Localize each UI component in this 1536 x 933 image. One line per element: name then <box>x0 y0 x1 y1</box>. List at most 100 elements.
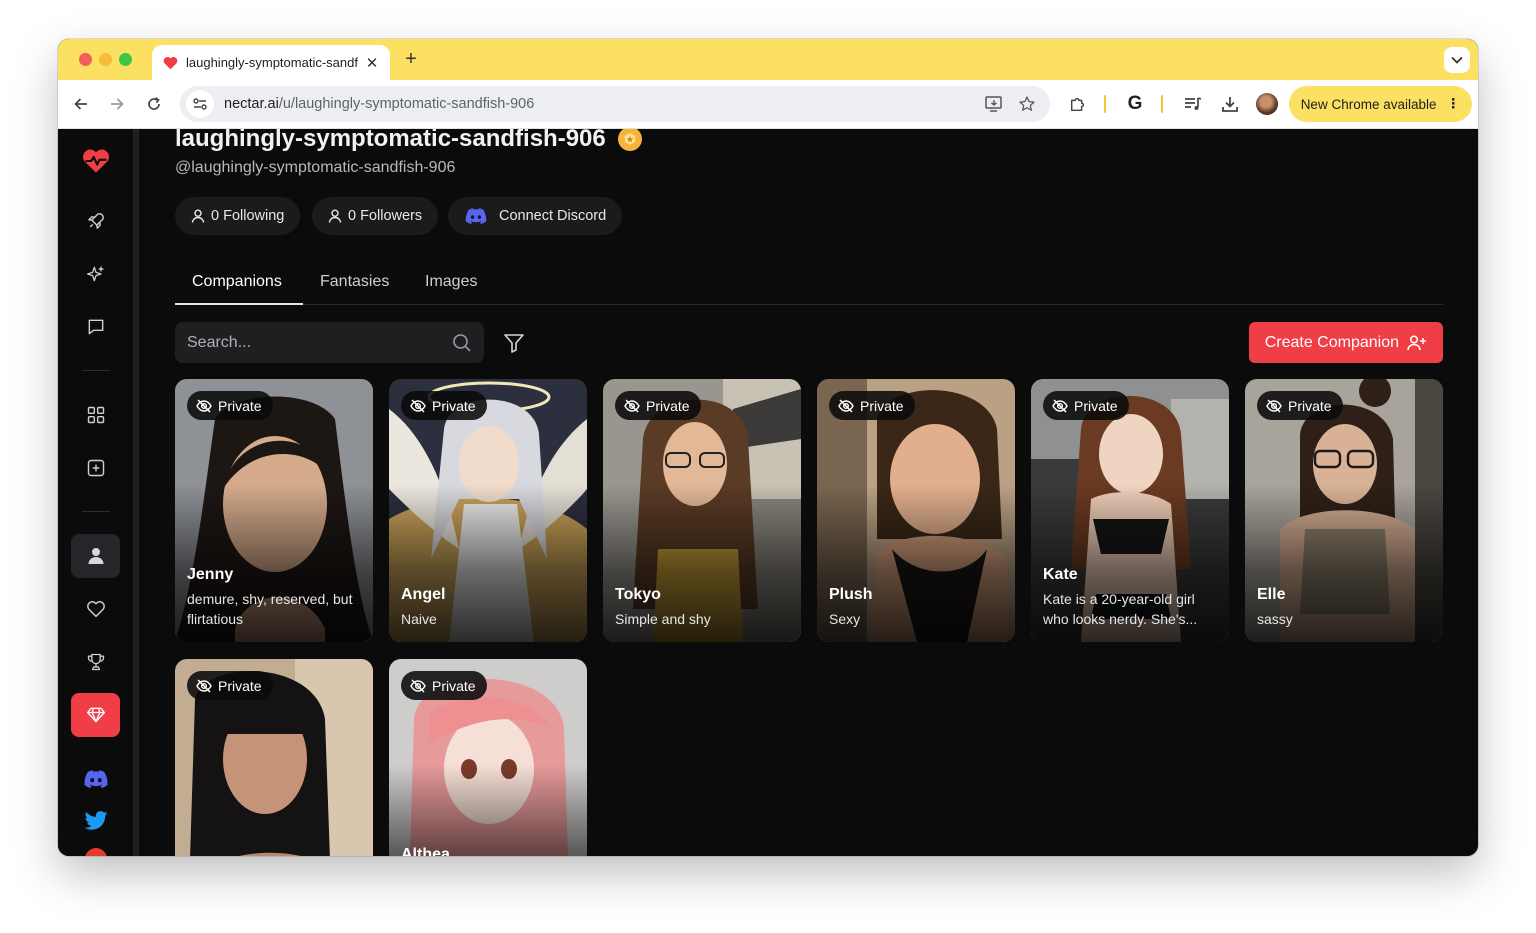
companion-description: Sexy <box>829 611 861 627</box>
companion-card[interactable]: Private Kate Kate is a 20-year-old girl … <box>1031 379 1229 642</box>
username-text: laughingly-symptomatic-sandfish-906 <box>175 129 606 152</box>
close-window-button[interactable] <box>79 53 92 66</box>
create-companion-label: Create Companion <box>1264 333 1399 351</box>
media-controls-icon[interactable] <box>1181 92 1205 116</box>
following-label: 0 Following <box>211 208 285 224</box>
companion-description: Naive <box>401 611 437 627</box>
filter-icon[interactable] <box>503 332 525 354</box>
eye-off-icon <box>1266 398 1282 413</box>
google-icon[interactable]: G <box>1123 92 1147 116</box>
private-badge: Private <box>187 391 273 420</box>
sidebar <box>58 129 133 856</box>
companion-description: demure, shy, reserved, but flirtatious <box>187 591 353 627</box>
create-companion-button[interactable]: Create Companion <box>1248 322 1443 363</box>
chat-bubble-icon <box>88 319 103 335</box>
private-label: Private <box>860 397 904 414</box>
sidebar-item-premium[interactable] <box>71 693 120 737</box>
grid-icon <box>87 406 104 424</box>
sidebar-divider <box>82 511 110 512</box>
add-user-icon <box>1407 334 1426 350</box>
companion-card[interactable]: Private Tokyo Simple and shy <box>603 379 801 642</box>
companion-card[interactable]: Private Elle sassy <box>1245 379 1443 642</box>
eye-off-icon <box>410 398 426 413</box>
twitter-bird-icon <box>84 811 107 830</box>
profile-content: laughingly-symptomatic-sandfish-906 @lau… <box>175 129 1443 856</box>
chevron-down-icon <box>1451 56 1463 64</box>
eye-off-icon <box>624 398 640 413</box>
plus-square-icon <box>87 459 104 477</box>
arrow-right-icon <box>111 98 124 110</box>
private-badge: Private <box>1257 391 1343 420</box>
sidebar-logo[interactable] <box>71 139 120 183</box>
private-label: Private <box>1288 397 1332 414</box>
update-chrome-button[interactable]: New Chrome available ⋮ <box>1288 86 1472 122</box>
install-app-icon[interactable] <box>984 95 1004 113</box>
companion-card[interactable]: Private Jenny demure, shy, reserved, but… <box>175 379 373 642</box>
trophy-icon <box>87 653 104 671</box>
tab-companions[interactable]: Companions <box>192 273 282 291</box>
reddit-link[interactable] <box>71 845 120 856</box>
companion-card[interactable]: Private Plush Sexy <box>817 379 1015 642</box>
sidebar-item-dashboard[interactable] <box>71 393 120 437</box>
sidebar-item-generate[interactable] <box>71 252 120 296</box>
eye-off-icon <box>838 398 854 413</box>
forward-button[interactable] <box>106 93 128 115</box>
tab-fantasies[interactable]: Fantasies <box>320 273 389 291</box>
sidebar-item-explore[interactable] <box>71 199 120 243</box>
reload-button[interactable] <box>143 93 165 115</box>
heart-outline-icon <box>86 601 105 618</box>
maximize-window-button[interactable] <box>119 53 132 66</box>
new-tab-button[interactable]: + <box>400 48 422 71</box>
search-icon[interactable] <box>452 333 472 353</box>
companion-description: Simple and shy <box>615 611 711 627</box>
address-bar[interactable]: nectar.ai/u/laughingly-symptomatic-sandf… <box>180 86 1050 122</box>
private-badge: Private <box>187 671 273 700</box>
toolbar-divider <box>1104 95 1106 113</box>
app-area: laughingly-symptomatic-sandfish-906 @lau… <box>58 129 1478 856</box>
following-button[interactable]: 0 Following <box>175 197 301 235</box>
back-button[interactable] <box>70 93 92 115</box>
followers-button[interactable]: 0 Followers <box>312 197 439 235</box>
tab-images[interactable]: Images <box>425 273 477 291</box>
tab-search-button[interactable] <box>1444 47 1470 73</box>
eye-off-icon <box>410 678 426 693</box>
search-input[interactable] <box>187 333 452 352</box>
private-badge: Private <box>1043 391 1129 420</box>
private-label: Private <box>1074 397 1118 414</box>
downloads-icon[interactable] <box>1218 92 1242 116</box>
private-label: Private <box>432 677 476 694</box>
sidebar-item-favorites[interactable] <box>71 587 120 631</box>
sidebar-item-chats[interactable] <box>71 305 120 349</box>
discord-icon <box>465 208 487 224</box>
profile-avatar[interactable] <box>1255 92 1279 116</box>
level-badge-icon <box>617 129 642 151</box>
sidebar-item-create[interactable] <box>71 446 120 490</box>
search-box <box>175 322 484 363</box>
tab-close-icon[interactable]: ✕ <box>364 54 380 72</box>
arrow-left-icon <box>74 98 87 110</box>
connect-discord-button[interactable]: Connect Discord <box>448 197 623 235</box>
more-options-icon: ⋮ <box>1446 96 1461 111</box>
companion-card[interactable]: Private Althea <box>389 659 587 856</box>
minimize-window-button[interactable] <box>99 53 112 66</box>
discord-link[interactable] <box>71 759 120 799</box>
diamond-icon <box>86 707 105 723</box>
companion-name: Angel <box>401 586 446 603</box>
companion-card[interactable]: Private <box>175 659 373 856</box>
browser-toolbar: nectar.ai/u/laughingly-symptomatic-sandf… <box>58 80 1478 129</box>
url-host: nectar.ai <box>224 96 279 112</box>
sidebar-item-profile[interactable] <box>71 534 120 578</box>
private-label: Private <box>218 397 262 414</box>
site-info-icon[interactable] <box>186 90 214 118</box>
twitter-link[interactable] <box>71 801 120 841</box>
sidebar-scrollbar[interactable] <box>133 129 139 856</box>
companion-card[interactable]: Private Angel Naive <box>389 379 587 642</box>
heart-favicon-icon <box>162 55 178 71</box>
reddit-icon <box>84 848 107 856</box>
bookmark-star-icon[interactable] <box>1018 95 1036 113</box>
private-label: Private <box>432 397 476 414</box>
browser-tab[interactable]: laughingly-symptomatic-sandfish-906 ✕ <box>152 45 390 80</box>
avatar <box>1256 93 1278 115</box>
extensions-icon[interactable] <box>1066 92 1090 116</box>
sidebar-item-leaderboard[interactable] <box>71 640 120 684</box>
